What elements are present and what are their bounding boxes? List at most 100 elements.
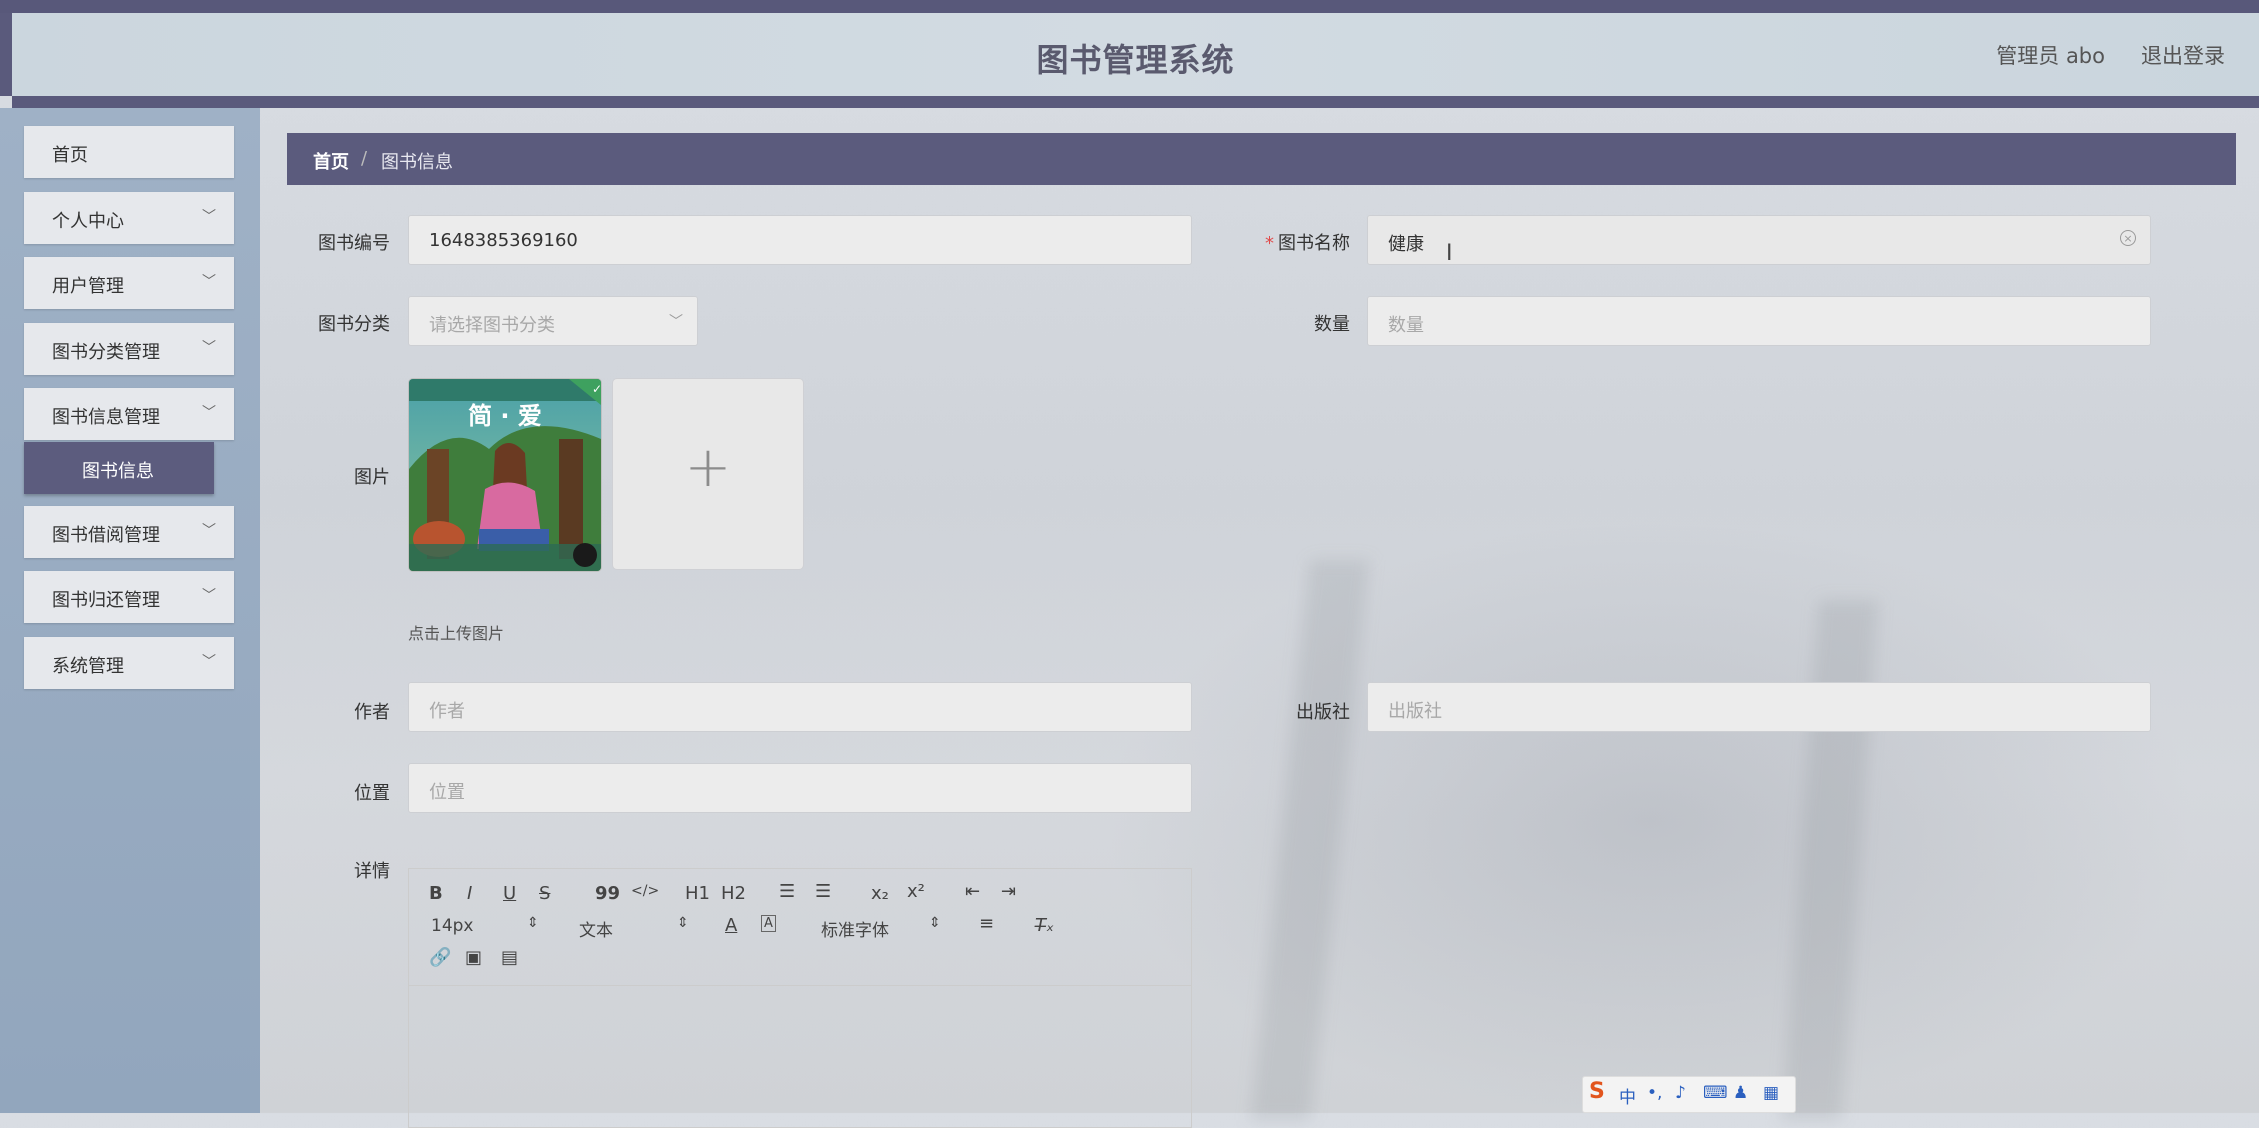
breadcrumb-current: 图书信息 bbox=[381, 152, 453, 173]
svg-text:✓: ✓ bbox=[592, 382, 601, 396]
font-color-icon[interactable]: A bbox=[725, 915, 737, 936]
breadcrumb: 首页 / 图书信息 bbox=[287, 133, 2236, 185]
chevron-down-icon: ﹀ bbox=[202, 340, 216, 356]
h2-button[interactable]: H2 bbox=[721, 883, 746, 904]
publisher-field[interactable]: 出版社 bbox=[1367, 682, 2151, 732]
chevron-down-icon: ﹀ bbox=[202, 654, 216, 670]
detail-label: 详情 bbox=[354, 861, 390, 882]
author-field[interactable]: 作者 bbox=[408, 682, 1192, 732]
location-field[interactable]: 位置 bbox=[408, 763, 1192, 813]
rich-text-editor[interactable]: B I U S 99 </> H1 H2 ☰ ☰ x₂ x² ⇤ ⇥ 14px … bbox=[408, 868, 1192, 1128]
author-label: 作者 bbox=[354, 702, 390, 723]
sidebar-item-book-info[interactable]: 图书信息管理 ﹀ bbox=[24, 388, 234, 440]
quantity-label: 数量 bbox=[1314, 314, 1350, 335]
author-placeholder: 作者 bbox=[429, 701, 465, 722]
sort-updown-icon: ⇕ bbox=[677, 915, 689, 931]
image-label: 图片 bbox=[354, 467, 390, 488]
italic-button[interactable]: I bbox=[467, 883, 472, 904]
sort-updown-icon: ⇕ bbox=[527, 915, 539, 931]
ime-toolbar[interactable]: S 中 •, ♪ ⌨ ♟ ▦ bbox=[1582, 1076, 1796, 1113]
quantity-field[interactable]: 数量 bbox=[1367, 296, 2151, 346]
outdent-icon[interactable]: ⇤ bbox=[965, 881, 980, 902]
location-placeholder: 位置 bbox=[429, 782, 465, 803]
category-select[interactable]: 请选择图书分类 ﹀ bbox=[408, 296, 698, 346]
book-name-label: * 图书名称 bbox=[1265, 233, 1350, 254]
app-title: 图书管理系统 bbox=[1036, 41, 1235, 79]
sidebar-item-label: 用户管理 bbox=[52, 276, 124, 297]
book-no-value: 1648385369160 bbox=[429, 230, 578, 251]
subscript-icon[interactable]: x₂ bbox=[871, 883, 889, 904]
video-icon[interactable]: ▤ bbox=[501, 947, 518, 968]
sidebar-item-label: 个人中心 bbox=[52, 211, 124, 232]
keyboard-icon[interactable]: ⌨ bbox=[1703, 1083, 1728, 1103]
sidebar-item-categories[interactable]: 图书分类管理 ﹀ bbox=[24, 323, 234, 375]
chevron-down-icon: ﹀ bbox=[669, 314, 683, 330]
text-type-select[interactable]: 文本 bbox=[579, 916, 613, 941]
publisher-label: 出版社 bbox=[1296, 702, 1350, 723]
ordered-list-icon[interactable]: ☰ bbox=[779, 881, 795, 902]
chevron-down-icon: ﹀ bbox=[202, 274, 216, 290]
quantity-placeholder: 数量 bbox=[1388, 315, 1424, 336]
editor-toolbar: B I U S 99 </> H1 H2 ☰ ☰ x₂ x² ⇤ ⇥ 14px … bbox=[409, 869, 1191, 986]
bold-button[interactable]: B bbox=[429, 883, 443, 904]
book-cover-image: 简 · 爱 ✓ bbox=[409, 379, 601, 571]
sidebar-subitem-label: 图书信息 bbox=[82, 461, 154, 482]
font-family-select[interactable]: 标准字体 bbox=[821, 916, 889, 941]
sidebar-item-label: 图书借阅管理 bbox=[52, 525, 160, 546]
sidebar-item-system[interactable]: 系统管理 ﹀ bbox=[24, 637, 234, 689]
sidebar-item-home[interactable]: 首页 bbox=[24, 126, 234, 178]
required-mark: * bbox=[1265, 233, 1274, 254]
chevron-down-icon: ﹀ bbox=[202, 209, 216, 225]
align-icon[interactable]: ≡ bbox=[979, 913, 994, 934]
font-size-select[interactable]: 14px bbox=[431, 916, 473, 936]
strike-button[interactable]: S bbox=[539, 883, 550, 904]
skin-icon[interactable]: ♟ bbox=[1733, 1083, 1748, 1103]
book-name-field[interactable]: 健康 × bbox=[1367, 215, 2151, 265]
clear-icon[interactable]: × bbox=[2120, 230, 2136, 246]
category-placeholder: 请选择图书分类 bbox=[429, 315, 555, 336]
upload-button[interactable]: + bbox=[612, 378, 804, 570]
sidebar: 首页 个人中心 ﹀ 用户管理 ﹀ 图书分类管理 ﹀ 图书信息管理 ﹀ 图书信息 … bbox=[0, 108, 260, 1113]
logout-link[interactable]: 退出登录 bbox=[2141, 40, 2225, 70]
microphone-icon[interactable]: ♪ bbox=[1675, 1083, 1686, 1103]
book-name-value: 健康 bbox=[1388, 234, 1424, 255]
toolbox-icon[interactable]: ▦ bbox=[1763, 1083, 1779, 1103]
bullet-list-icon[interactable]: ☰ bbox=[815, 881, 831, 902]
ime-mode-label[interactable]: 中 bbox=[1619, 1083, 1636, 1108]
clear-format-icon[interactable]: T̶ₓ bbox=[1035, 915, 1054, 936]
admin-label: 管理员 abo bbox=[1996, 44, 2105, 68]
book-no-field[interactable]: 1648385369160 bbox=[408, 215, 1192, 265]
plus-icon: + bbox=[684, 435, 732, 500]
sidebar-item-label: 图书归还管理 bbox=[52, 590, 160, 611]
app-header: 图书管理系统 管理员 abo 退出登录 bbox=[12, 13, 2259, 108]
sidebar-item-label: 图书信息管理 bbox=[52, 407, 160, 428]
upload-hint: 点击上传图片 bbox=[408, 624, 505, 643]
uploaded-book-cover[interactable]: 简 · 爱 ✓ bbox=[408, 378, 602, 572]
location-label: 位置 bbox=[354, 783, 390, 804]
link-icon[interactable]: 🔗 bbox=[429, 947, 451, 968]
h1-button[interactable]: H1 bbox=[685, 883, 710, 904]
sidebar-item-profile[interactable]: 个人中心 ﹀ bbox=[24, 192, 234, 244]
breadcrumb-home[interactable]: 首页 bbox=[313, 148, 349, 174]
sogou-logo-icon: S bbox=[1589, 1079, 1605, 1104]
sidebar-item-return[interactable]: 图书归还管理 ﹀ bbox=[24, 571, 234, 623]
sidebar-subitem-book-info[interactable]: 图书信息 bbox=[24, 442, 214, 494]
blockquote-button[interactable]: 99 bbox=[595, 883, 620, 904]
superscript-icon[interactable]: x² bbox=[907, 881, 925, 902]
code-block-button[interactable]: </> bbox=[631, 883, 659, 899]
chevron-down-icon: ﹀ bbox=[202, 588, 216, 604]
text-cursor-icon: I bbox=[1446, 241, 1453, 266]
sidebar-item-borrow[interactable]: 图书借阅管理 ﹀ bbox=[24, 506, 234, 558]
chevron-up-icon: ﹀ bbox=[202, 405, 216, 421]
publisher-placeholder: 出版社 bbox=[1388, 701, 1442, 722]
svg-text:简 · 爱: 简 · 爱 bbox=[468, 402, 542, 430]
punctuation-icon[interactable]: •, bbox=[1647, 1083, 1662, 1103]
image-icon[interactable]: ▣ bbox=[465, 947, 482, 968]
underline-button[interactable]: U bbox=[503, 883, 516, 904]
indent-icon[interactable]: ⇥ bbox=[1001, 881, 1016, 902]
book-no-label: 图书编号 bbox=[318, 233, 390, 254]
header-left-edge bbox=[0, 13, 12, 96]
sidebar-item-users[interactable]: 用户管理 ﹀ bbox=[24, 257, 234, 309]
background-color-icon[interactable]: A bbox=[761, 915, 776, 932]
category-label: 图书分类 bbox=[318, 314, 390, 335]
